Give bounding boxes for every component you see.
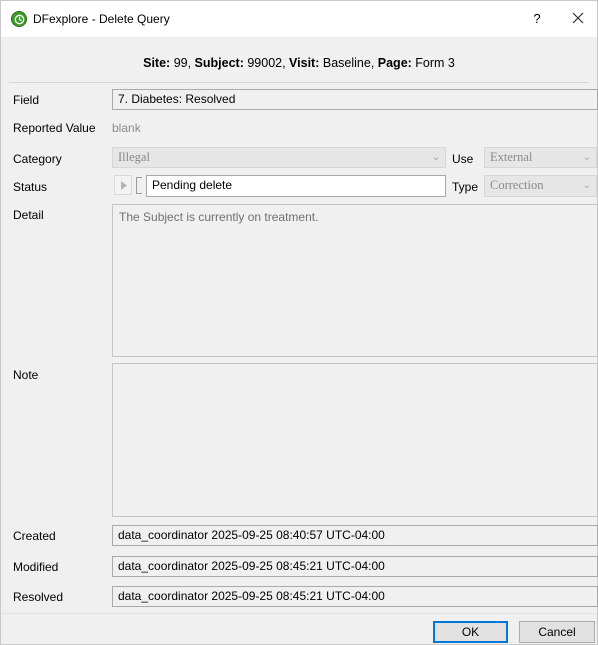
site-value: 99,: [170, 56, 195, 70]
play-icon: [121, 181, 127, 190]
category-value: Illegal: [118, 150, 150, 164]
modified-label: Modified: [13, 560, 59, 574]
reported-value-label: Reported Value: [13, 121, 96, 135]
site-label: Site:: [143, 56, 171, 70]
note-textarea[interactable]: [112, 363, 598, 517]
category-select[interactable]: Illegal ⌄: [112, 147, 446, 168]
page-label: Page:: [377, 56, 412, 70]
category-label: Category: [13, 152, 62, 166]
detail-textarea[interactable]: The Subject is currently on treatment.: [112, 204, 598, 357]
dfexplore-app-icon: [11, 11, 27, 27]
chevron-down-icon: ⌄: [582, 180, 591, 191]
use-value: External: [490, 150, 533, 164]
use-label: Use: [452, 152, 474, 166]
status-value: Pending delete: [146, 175, 446, 197]
title-bar: DFexplore - Delete Query ?: [1, 1, 597, 37]
created-label: Created: [13, 529, 56, 543]
delete-query-dialog: DFexplore - Delete Query ? Site: 99, Sub…: [0, 0, 598, 645]
field-value: 7. Diabetes: Resolved: [112, 89, 598, 110]
type-select[interactable]: Correction ⌄: [484, 175, 597, 197]
created-value: data_coordinator 2025-09-25 08:40:57 UTC…: [112, 525, 598, 546]
visit-label: Visit:: [289, 56, 320, 70]
chevron-down-icon: ⌄: [582, 152, 591, 163]
resolved-value: data_coordinator 2025-09-25 08:45:21 UTC…: [112, 586, 598, 607]
close-button[interactable]: [567, 7, 589, 29]
record-header: Site: 99, Subject: 99002, Visit: Baselin…: [1, 49, 597, 77]
detail-label: Detail: [13, 208, 44, 222]
status-play-button[interactable]: [114, 175, 132, 195]
visit-value: Baseline,: [319, 56, 378, 70]
reported-value: blank: [112, 121, 141, 135]
chevron-down-icon: ⌄: [431, 152, 440, 163]
page-value: Form 3: [411, 56, 455, 70]
close-icon: [572, 12, 584, 24]
help-button[interactable]: ?: [529, 9, 545, 29]
use-select[interactable]: External ⌄: [484, 147, 597, 168]
footer-divider: [1, 613, 597, 614]
status-label: Status: [13, 180, 48, 194]
ok-button[interactable]: OK: [433, 621, 508, 643]
resolved-label: Resolved: [13, 590, 64, 604]
window-title: DFexplore - Delete Query: [33, 12, 170, 26]
cancel-button[interactable]: Cancel: [519, 621, 595, 643]
type-label: Type: [452, 180, 479, 194]
field-label: Field: [13, 93, 40, 107]
note-label: Note: [13, 368, 39, 382]
subject-value: 99002,: [243, 56, 290, 70]
type-value: Correction: [490, 178, 544, 192]
status-bracket-icon: [136, 177, 142, 194]
subject-label: Subject:: [194, 56, 244, 70]
header-divider: [9, 82, 589, 83]
modified-value: data_coordinator 2025-09-25 08:45:21 UTC…: [112, 556, 598, 577]
